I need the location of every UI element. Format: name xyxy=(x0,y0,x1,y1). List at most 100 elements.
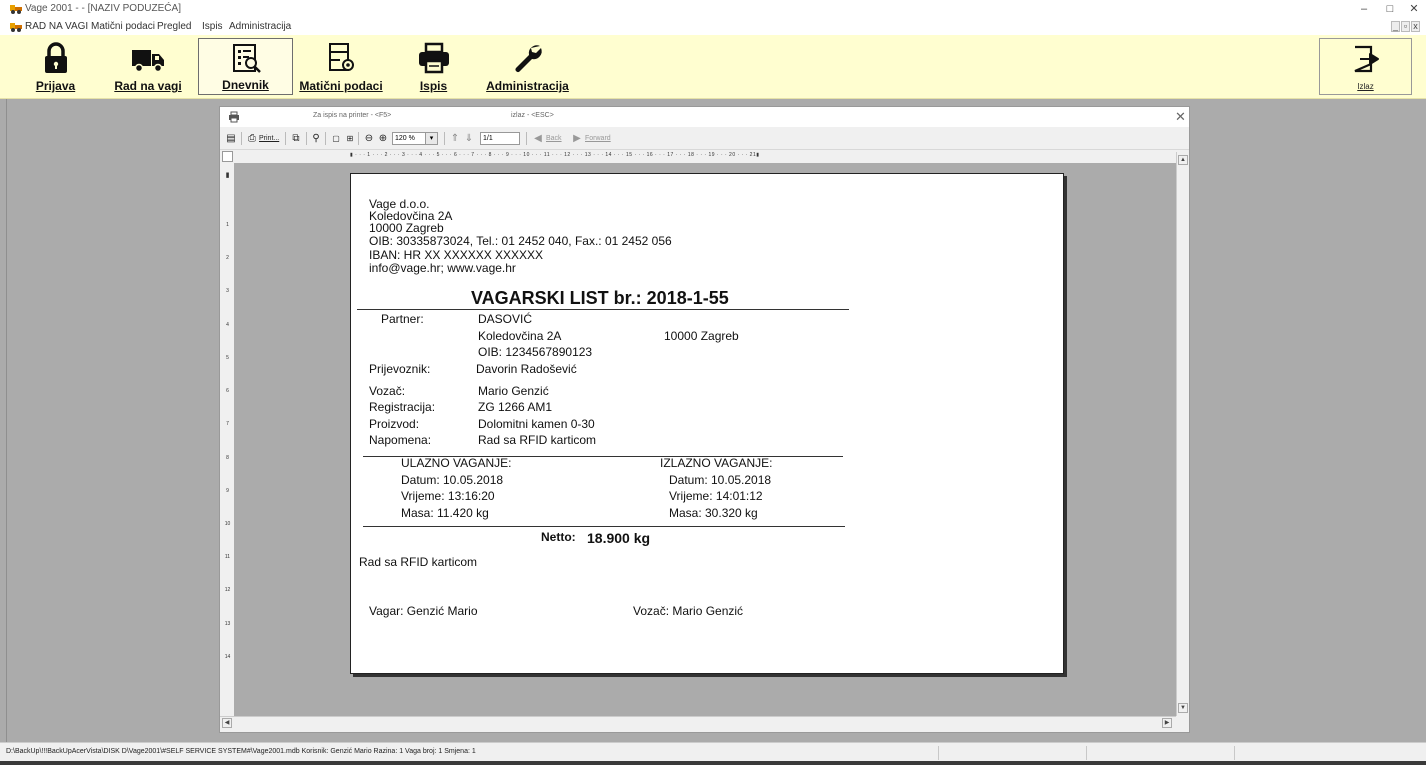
company-ids: OIB: 30335873024, Tel.: 01 2452 040, Fax… xyxy=(369,234,672,248)
menu-ispis[interactable]: Ispis xyxy=(202,21,223,32)
title-bar: Vage 2001 - - [NAZIV PODUZEĆA] – □ ✕ xyxy=(0,0,1426,19)
mdi-close-button[interactable]: x xyxy=(1411,21,1420,32)
scroll-down-icon[interactable]: ▼ xyxy=(1178,703,1188,713)
note-value: Rad sa RFID karticom xyxy=(478,433,597,447)
ruler-corner xyxy=(222,151,233,162)
dnevnik-button[interactable]: Dnevnik xyxy=(198,38,293,95)
lock-icon xyxy=(44,42,67,73)
driver-signature: Vozač: Mario Genzić xyxy=(633,604,744,618)
zoom-in-icon[interactable]: ⊕ xyxy=(376,131,390,146)
ispis-button[interactable]: Ispis xyxy=(390,38,477,95)
vertical-ruler: ▮ 1 2 3 4 5 6 7 8 9 10 11 12 13 14 xyxy=(224,172,231,660)
document-heading: VAGARSKI LIST br.: 2018-1-55 xyxy=(471,288,729,308)
binoculars-icon[interactable]: ⚲ xyxy=(309,131,323,146)
ruler-tick: 11 xyxy=(224,554,231,560)
outbound-mass: Masa: 30.320 kg xyxy=(669,506,758,520)
menu-administracija[interactable]: Administracija xyxy=(229,21,291,32)
prev-page-icon[interactable]: ⇑ xyxy=(448,131,462,146)
forward-button[interactable]: Forward xyxy=(585,131,611,146)
menu-maticni-podaci[interactable]: Matični podaci xyxy=(91,21,155,32)
ruler-tick: 14 xyxy=(224,654,231,660)
ruler-tick: 1 xyxy=(226,222,229,228)
minimize-button[interactable]: – xyxy=(1350,2,1378,16)
prijava-button[interactable]: Prijava xyxy=(13,38,98,95)
two-pages-icon[interactable]: ⊞ xyxy=(343,131,357,146)
status-panel xyxy=(1086,746,1234,760)
ruler-tick: 4 xyxy=(226,322,229,328)
izlaz-button[interactable]: Izlaz xyxy=(1319,38,1412,95)
ruler-tick: 6 xyxy=(226,388,229,394)
menu-bar: RAD NA VAGI Matični podaci Pregled Ispis… xyxy=(0,19,1426,35)
outbound-time: Vrijeme: 14:01:12 xyxy=(669,489,763,503)
note-label: Napomena: xyxy=(369,433,432,447)
zoom-out-icon[interactable]: ⊖ xyxy=(362,131,376,146)
vertical-scrollbar[interactable]: ▲ ▼ xyxy=(1176,152,1188,716)
page-setup-icon[interactable]: ▤ xyxy=(224,131,238,146)
one-page-icon[interactable]: ▢ xyxy=(329,131,343,146)
window-title: Vage 2001 - - [NAZIV PODUZEĆA] xyxy=(25,3,181,14)
toolbar-separator xyxy=(306,132,307,145)
outbound-title: IZLAZNO VAGANJE: xyxy=(660,456,773,470)
print-shortcut-hint: Za ispis na printer - <F5> xyxy=(313,112,392,119)
partner-oib: OIB: 1234567890123 xyxy=(478,345,593,359)
page-number-input[interactable]: 1/1 xyxy=(480,132,520,145)
partner-name: DASOVIĆ xyxy=(478,312,533,326)
ruler-tick: 2 xyxy=(226,255,229,261)
inbound-date: Datum: 10.05.2018 xyxy=(401,473,504,487)
ruler-tick: 9 xyxy=(226,488,229,494)
administracija-button[interactable]: Administracija xyxy=(483,38,572,95)
mdi-minimize-button[interactable]: _ xyxy=(1391,21,1400,32)
product-label: Proizvod: xyxy=(369,417,420,431)
registration-label: Registracija: xyxy=(369,400,436,414)
driver-value: Mario Genzić xyxy=(478,384,549,398)
printer-icon xyxy=(418,42,449,74)
back-arrow-icon[interactable]: ◀ xyxy=(531,131,545,146)
close-button[interactable]: ✕ xyxy=(1400,2,1426,16)
menu-rad-na-vagi[interactable]: RAD NA VAGI xyxy=(25,21,88,32)
next-page-icon[interactable]: ⇓ xyxy=(462,131,476,146)
carrier-value: Davorin Radošević xyxy=(476,362,577,376)
status-bar: D:\BackUp\!!!BackUpAcerVista\DISK D\Vage… xyxy=(0,742,1426,765)
mdi-controls: _ ▫ x xyxy=(1390,21,1420,32)
rad-na-vagi-label: Rad na vagi xyxy=(114,79,182,93)
ruler-tick: 7 xyxy=(226,421,229,427)
dnevnik-label: Dnevnik xyxy=(222,78,269,92)
scroll-right-icon[interactable]: ▶ xyxy=(1162,718,1172,728)
inbound-mass: Masa: 11.420 kg xyxy=(401,506,489,520)
horizontal-scrollbar[interactable]: ◀ ▶ xyxy=(220,716,1176,728)
scroll-up-icon[interactable]: ▲ xyxy=(1178,155,1188,165)
scale-app-icon xyxy=(10,5,22,14)
preview-title-bar: Za ispis na printer - <F5> izlaz - <ESC>… xyxy=(220,107,1189,127)
prijava-label: Prijava xyxy=(35,79,76,93)
back-button[interactable]: Back xyxy=(546,131,562,146)
mdi-restore-button[interactable]: ▫ xyxy=(1401,21,1410,32)
printer-icon xyxy=(229,111,239,123)
chevron-down-icon[interactable]: ▾ xyxy=(425,132,438,145)
toolbar-separator xyxy=(526,132,527,145)
registration-value: ZG 1266 AM1 xyxy=(478,400,553,414)
preview-close-button[interactable]: ✕ xyxy=(1175,109,1186,125)
print-button[interactable]: Print... xyxy=(259,131,279,146)
ruler-tick: 13 xyxy=(224,621,231,627)
rad-na-vagi-button[interactable]: Rad na vagi xyxy=(104,38,192,95)
truck-icon xyxy=(132,50,164,73)
preview-toolbar: ▤ ⎙ Print... ⧉ ⚲ ▢ ⊞ ⊖ ⊕ 120 % ▾ ⇑ ⇓ 1/1… xyxy=(220,127,1189,150)
scroll-left-icon[interactable]: ◀ xyxy=(222,718,232,728)
workspace-divider xyxy=(6,99,7,742)
toolbar-separator xyxy=(444,132,445,145)
partner-street: Koledovčina 2A xyxy=(478,329,562,343)
maticni-podaci-button[interactable]: Matični podaci xyxy=(298,38,384,95)
partner-city: 10000 Zagreb xyxy=(664,329,739,343)
forward-arrow-icon[interactable]: ▶ xyxy=(570,131,584,146)
status-panel xyxy=(938,746,1086,760)
footer-note: Rad sa RFID karticom xyxy=(359,555,478,569)
print-icon[interactable]: ⎙ xyxy=(245,131,259,146)
ruler-tick: 5 xyxy=(226,355,229,361)
partner-label: Partner: xyxy=(381,312,424,326)
copy-icon[interactable]: ⧉ xyxy=(289,131,303,146)
main-toolbar: Prijava Rad na vagi Dnevnik Matični poda… xyxy=(0,35,1426,99)
product-value: Dolomitni kamen 0-30 xyxy=(478,417,595,431)
menu-pregled[interactable]: Pregled xyxy=(157,21,191,32)
horizontal-ruler: ▮ · · · 1 · · · 2 · · · 3 · · · 4 · · · … xyxy=(350,152,760,158)
ruler-tick: 3 xyxy=(226,288,229,294)
